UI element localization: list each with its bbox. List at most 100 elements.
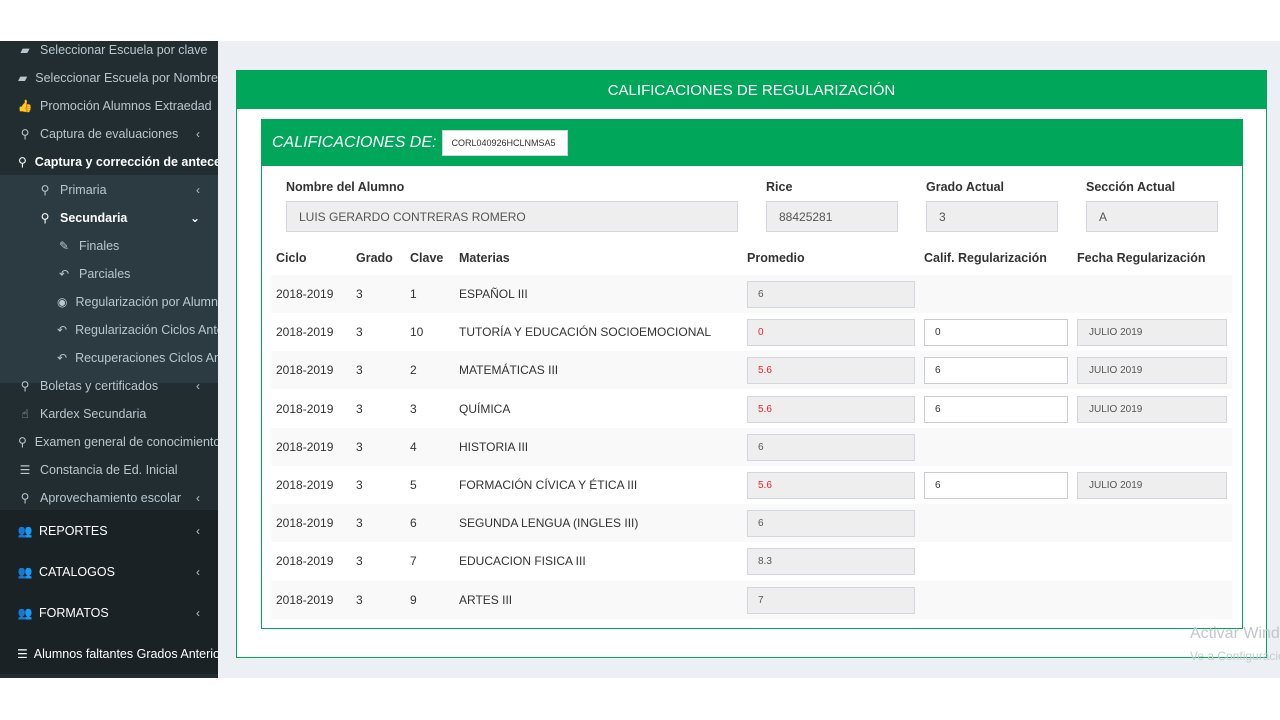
search-icon: ⚲ xyxy=(40,211,50,225)
sidebar-item[interactable]: ⚲ Captura de evaluaciones ‹ xyxy=(0,120,218,148)
cell-materia: ESPAÑOL III xyxy=(459,287,528,301)
cell-materia: TUTORÍA Y EDUCACIÓN SOCIOEMOCIONAL xyxy=(459,325,712,340)
panel-header: CALIFICACIONES DE REGULARIZACIÓN xyxy=(237,71,1266,109)
list-icon: ☰ xyxy=(19,463,31,477)
cell-grado: 3 xyxy=(356,554,363,569)
sidebar-item-label: Regularización Ciclos Anteriores xyxy=(75,323,218,337)
sidebar-item-label: Kardex Secundaria xyxy=(40,407,147,421)
calif-regularizacion-input[interactable]: 6 xyxy=(924,357,1068,385)
table-row: 2018-2019 3 7 EDUCACION FISICA III 8.3 xyxy=(271,542,1232,580)
col-header-promedio: Promedio xyxy=(747,251,805,265)
cell-grado: 3 xyxy=(356,516,363,531)
cell-ciclo: 2018-2019 xyxy=(276,478,334,492)
sidebar-item[interactable]: ⚲ Examen general de conocimientos xyxy=(0,428,218,456)
cell-ciclo: 2018-2019 xyxy=(276,439,334,454)
cell-grado: 3 xyxy=(356,592,363,607)
radio-icon: ◉ xyxy=(57,295,68,309)
promedio-field: 6 xyxy=(747,281,915,308)
sidebar-section-label: Alumnos faltantes Grados Anteriores xyxy=(33,647,218,661)
sidebar-item[interactable]: ⚲ Primaria ‹ xyxy=(0,176,218,204)
sidebar-item-label: Promoción Alumnos Extraedad xyxy=(40,99,212,113)
chevron-left-icon: ‹ xyxy=(196,183,200,197)
screen: ▰ Seleccionar Escuela por clave ▰ Seleccion… xyxy=(0,41,1280,678)
activation-watermark-sub: Ve a Configuración xyxy=(1190,649,1280,663)
table-row: 2018-2019 3 2 MATEMÁTICAS III 5.6 6 JULIO 2019 xyxy=(271,351,1232,390)
calif-regularizacion-input[interactable]: 6 xyxy=(924,472,1068,499)
sidebar-section[interactable]: 👥 REPORTES ‹ xyxy=(0,510,218,551)
sidebar-item[interactable]: ↶ Recuperaciones Ciclos Anteriores xyxy=(0,344,218,372)
cell-clave: 10 xyxy=(410,325,424,340)
fecha-regularizacion-field: JULIO 2019 xyxy=(1077,472,1227,499)
cell-clave: 1 xyxy=(410,287,417,301)
promedio-field: 7 xyxy=(747,586,915,614)
sidebar-item[interactable]: ⚲ Boletas y certificados ‹ xyxy=(0,372,218,400)
sidebar-item[interactable]: ⚲ Secundaria ⌄ xyxy=(0,204,218,232)
curp-field[interactable]: CORL040926HCLNMSA5 xyxy=(442,130,569,156)
fecha-regularizacion-field: JULIO 2019 xyxy=(1077,395,1227,423)
sidebar-item[interactable]: ⚲ Aprovechamiento escolar ‹ xyxy=(0,484,218,512)
search-icon: ⚲ xyxy=(40,183,50,197)
grade-label: Grado Actual xyxy=(926,180,1005,194)
promedio-field: 5.6 xyxy=(747,357,915,385)
calif-regularizacion-input[interactable]: 0 xyxy=(924,319,1068,347)
table-row: 2018-2019 3 9 ARTES III 7 xyxy=(271,580,1232,619)
calif-regularizacion-input[interactable]: 6 xyxy=(924,395,1068,423)
col-header-clave: Clave xyxy=(410,251,444,265)
sidebar-item-label: Finales xyxy=(79,239,120,253)
rice-field: 88425281 xyxy=(766,201,898,232)
sidebar-item-label: Seleccionar Escuela por Nombre xyxy=(35,71,218,85)
promedio-field: 6 xyxy=(747,510,915,538)
panel-title: CALIFICACIONES DE REGULARIZACIÓN xyxy=(607,81,896,99)
sidebar-item-label: Seleccionar Escuela por clave xyxy=(40,43,208,57)
table-row: 2018-2019 3 3 QUÍMICA 5.6 6 JULIO 2019 xyxy=(271,390,1232,428)
table-row: 2018-2019 3 4 HISTORIA III 6 xyxy=(271,427,1232,466)
sidebar-item[interactable]: ☝ Kardex Secundaria xyxy=(0,400,218,428)
sidebar-item[interactable]: ☰ Constancia de Ed. Inicial xyxy=(0,456,218,484)
hand-icon: ☝ xyxy=(21,407,29,421)
cell-ciclo: 2018-2019 xyxy=(276,516,334,531)
book-icon: ▰ xyxy=(20,43,30,57)
table-row: 2018-2019 3 1 ESPAÑOL III 6 xyxy=(271,275,1232,313)
sidebar-item-label: Examen general de conocimientos xyxy=(34,435,218,449)
users-icon: 👥 xyxy=(17,565,33,579)
sidebar-item-label: Aprovechamiento escolar xyxy=(40,491,182,505)
users-icon: 👥 xyxy=(17,524,33,538)
search-icon: ⚲ xyxy=(20,127,30,141)
sidebar-item-label: Captura y corrección de antecedentes xyxy=(34,155,218,169)
cell-clave: 6 xyxy=(410,516,417,531)
grade-field: 3 xyxy=(926,201,1058,232)
sidebar-item-label: Primaria xyxy=(60,183,107,197)
sidebar: ▰ Seleccionar Escuela por clave ▰ Seleccion… xyxy=(0,41,218,678)
grades-box: CALIFICACIONES DE: CORL040926HCLNMSA5 No… xyxy=(261,119,1243,629)
sidebar-section[interactable]: 👥 FORMATOS ‹ xyxy=(0,592,218,633)
sidebar-item-label: Captura de evaluaciones xyxy=(40,127,179,141)
cell-ciclo: 2018-2019 xyxy=(276,554,334,569)
col-header-calif-regularizacion: Calif. Regularización xyxy=(924,251,1047,265)
cell-materia: FORMACIÓN CÍVICA Y ÉTICA III xyxy=(459,478,638,492)
sidebar-item[interactable]: ⚲ Captura y corrección de antecedentes xyxy=(0,148,218,176)
sidebar-item[interactable]: 👍 Promoción Alumnos Extraedad xyxy=(0,92,218,120)
cell-clave: 7 xyxy=(410,554,417,569)
cell-ciclo: 2018-2019 xyxy=(276,287,334,301)
col-header-ciclo: Ciclo xyxy=(276,251,307,265)
sidebar-item[interactable]: ▰ Seleccionar Escuela por clave xyxy=(0,41,218,64)
reply-icon: ↶ xyxy=(58,267,70,281)
sidebar-item[interactable]: ▰ Seleccionar Escuela por Nombre xyxy=(0,64,218,92)
sidebar-item[interactable]: ↶ Parciales xyxy=(0,260,218,288)
sidebar-section-label: REPORTES xyxy=(39,524,108,538)
sidebar-item[interactable]: ◉ Regularización por Alumno xyxy=(0,288,218,316)
table-row: 2018-2019 3 10 TUTORÍA Y EDUCACIÓN SOCIOEMO… xyxy=(271,313,1232,351)
cell-grado: 3 xyxy=(356,401,363,416)
col-header-materias: Materias xyxy=(459,251,510,265)
table-row: 2018-2019 3 5 FORMACIÓN CÍVICA Y ÉTICA III 5… xyxy=(271,466,1232,504)
sidebar-section[interactable]: 👥 CATALOGOS ‹ xyxy=(0,551,218,592)
student-name-field: LUIS GERARDO CONTRERAS ROMERO xyxy=(286,201,738,232)
sidebar-item[interactable]: ✎ Finales xyxy=(0,232,218,260)
sidebar-section[interactable]: ☰ Alumnos faltantes Grados Anteriores xyxy=(0,633,218,674)
sidebar-item[interactable]: ↶ Regularización Ciclos Anteriores xyxy=(0,316,218,344)
cell-materia: QUÍMICA xyxy=(459,401,511,416)
book-icon: ▰ xyxy=(18,71,28,85)
promedio-field: 6 xyxy=(747,433,915,461)
promedio-field: 0 xyxy=(747,319,915,347)
chevron-down-icon: ⌄ xyxy=(189,211,200,225)
